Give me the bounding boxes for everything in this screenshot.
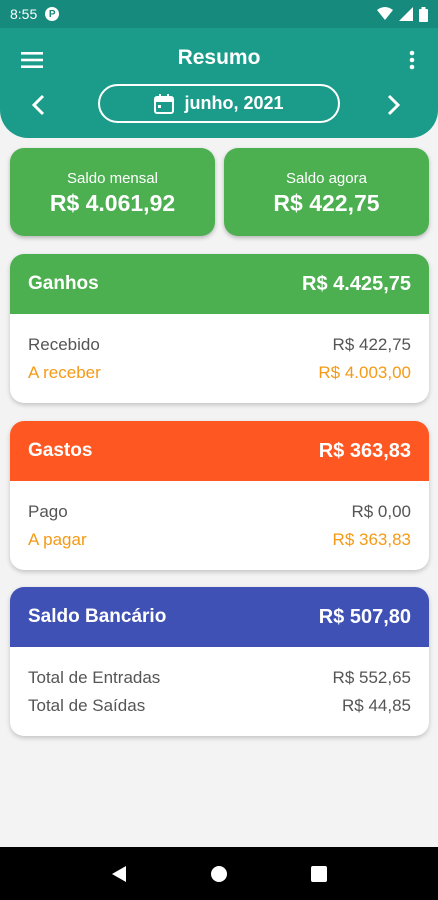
- gastos-card[interactable]: Gastos R$ 363,83 Pago R$ 0,00 A pagar R$…: [10, 421, 429, 570]
- gastos-a-pagar-row: A pagar R$ 363,83: [28, 526, 411, 554]
- saldo-mensal-label: Saldo mensal: [67, 170, 158, 187]
- row-label: Total de Entradas: [28, 668, 161, 687]
- row-value: R$ 4.003,00: [318, 363, 411, 382]
- ganhos-a-receber-row: A receber R$ 4.003,00: [28, 359, 411, 387]
- row-value: R$ 44,85: [342, 696, 411, 715]
- row-value: R$ 0,00: [351, 502, 411, 521]
- next-month-button[interactable]: [380, 90, 408, 120]
- saldo-mensal-card[interactable]: Saldo mensal R$ 4.061,92: [10, 148, 215, 236]
- saldo-agora-label: Saldo agora: [286, 170, 367, 187]
- back-icon[interactable]: [111, 865, 127, 883]
- total-entradas-row: Total de Entradas R$ 552,65: [28, 664, 411, 692]
- gastos-pago-row: Pago R$ 0,00: [28, 498, 411, 526]
- month-label: junho, 2021: [184, 93, 284, 113]
- row-value: R$ 552,65: [332, 668, 411, 687]
- app-bar: Resumo junho, 2021: [0, 28, 438, 138]
- system-navigation-bar: [0, 847, 438, 900]
- row-label: A receber: [28, 363, 101, 382]
- saldo-bancario-total: R$ 507,80: [318, 605, 411, 628]
- row-label: Total de Saídas: [28, 696, 146, 715]
- total-saidas-row: Total de Saídas R$ 44,85: [28, 692, 411, 720]
- ganhos-total: R$ 4.425,75: [302, 272, 411, 295]
- ganhos-header: Ganhos R$ 4.425,75: [10, 254, 429, 314]
- saldo-bancario-header: Saldo Bancário R$ 507,80: [10, 587, 429, 647]
- signal-icon: [399, 7, 413, 21]
- row-label: Recebido: [28, 335, 100, 354]
- status-bar: 8:55 P: [0, 0, 438, 28]
- chevron-left-icon: [31, 94, 45, 116]
- saldo-bancario-title: Saldo Bancário: [28, 606, 167, 627]
- row-value: R$ 363,83: [332, 530, 411, 549]
- row-label: A pagar: [28, 530, 87, 549]
- previous-month-button[interactable]: [24, 90, 52, 120]
- saldo-agora-value: R$ 422,75: [273, 190, 380, 216]
- app-notification-icon: P: [45, 7, 60, 21]
- row-label: Pago: [28, 502, 68, 521]
- gastos-total: R$ 363,83: [318, 439, 411, 462]
- saldo-agora-card[interactable]: Saldo agora R$ 422,75: [224, 148, 429, 236]
- ganhos-title: Ganhos: [28, 273, 99, 294]
- saldo-mensal-value: R$ 4.061,92: [49, 190, 176, 216]
- month-selector[interactable]: junho, 2021: [98, 84, 340, 123]
- chevron-right-icon: [387, 94, 401, 116]
- page-title: Resumo: [177, 46, 261, 69]
- wifi-icon: [377, 7, 393, 20]
- home-icon[interactable]: [210, 865, 228, 883]
- ganhos-recebido-row: Recebido R$ 422,75: [28, 331, 411, 359]
- row-value: R$ 422,75: [332, 335, 411, 354]
- more-options-icon[interactable]: [402, 48, 422, 72]
- battery-icon: [419, 6, 428, 22]
- recents-icon[interactable]: [310, 865, 327, 882]
- calendar-icon: [154, 93, 175, 114]
- gastos-title: Gastos: [28, 440, 93, 461]
- saldo-bancario-card[interactable]: Saldo Bancário R$ 507,80 Total de Entrad…: [10, 587, 429, 736]
- gastos-header: Gastos R$ 363,83: [10, 421, 429, 481]
- ganhos-card[interactable]: Ganhos R$ 4.425,75 Recebido R$ 422,75 A …: [10, 254, 429, 403]
- status-time: 8:55: [10, 6, 38, 22]
